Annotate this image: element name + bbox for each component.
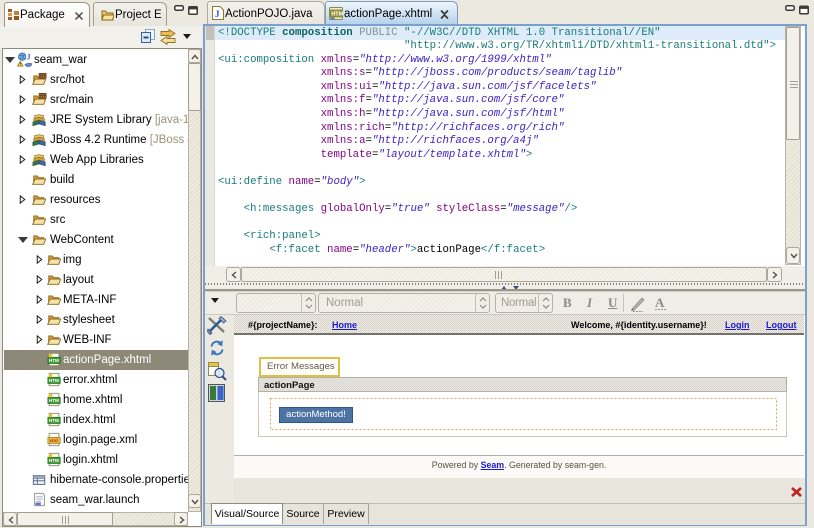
svg-text:HTM: HTM [331, 12, 343, 18]
svg-text:A: A [655, 295, 665, 310]
svg-text:J: J [215, 9, 220, 19]
